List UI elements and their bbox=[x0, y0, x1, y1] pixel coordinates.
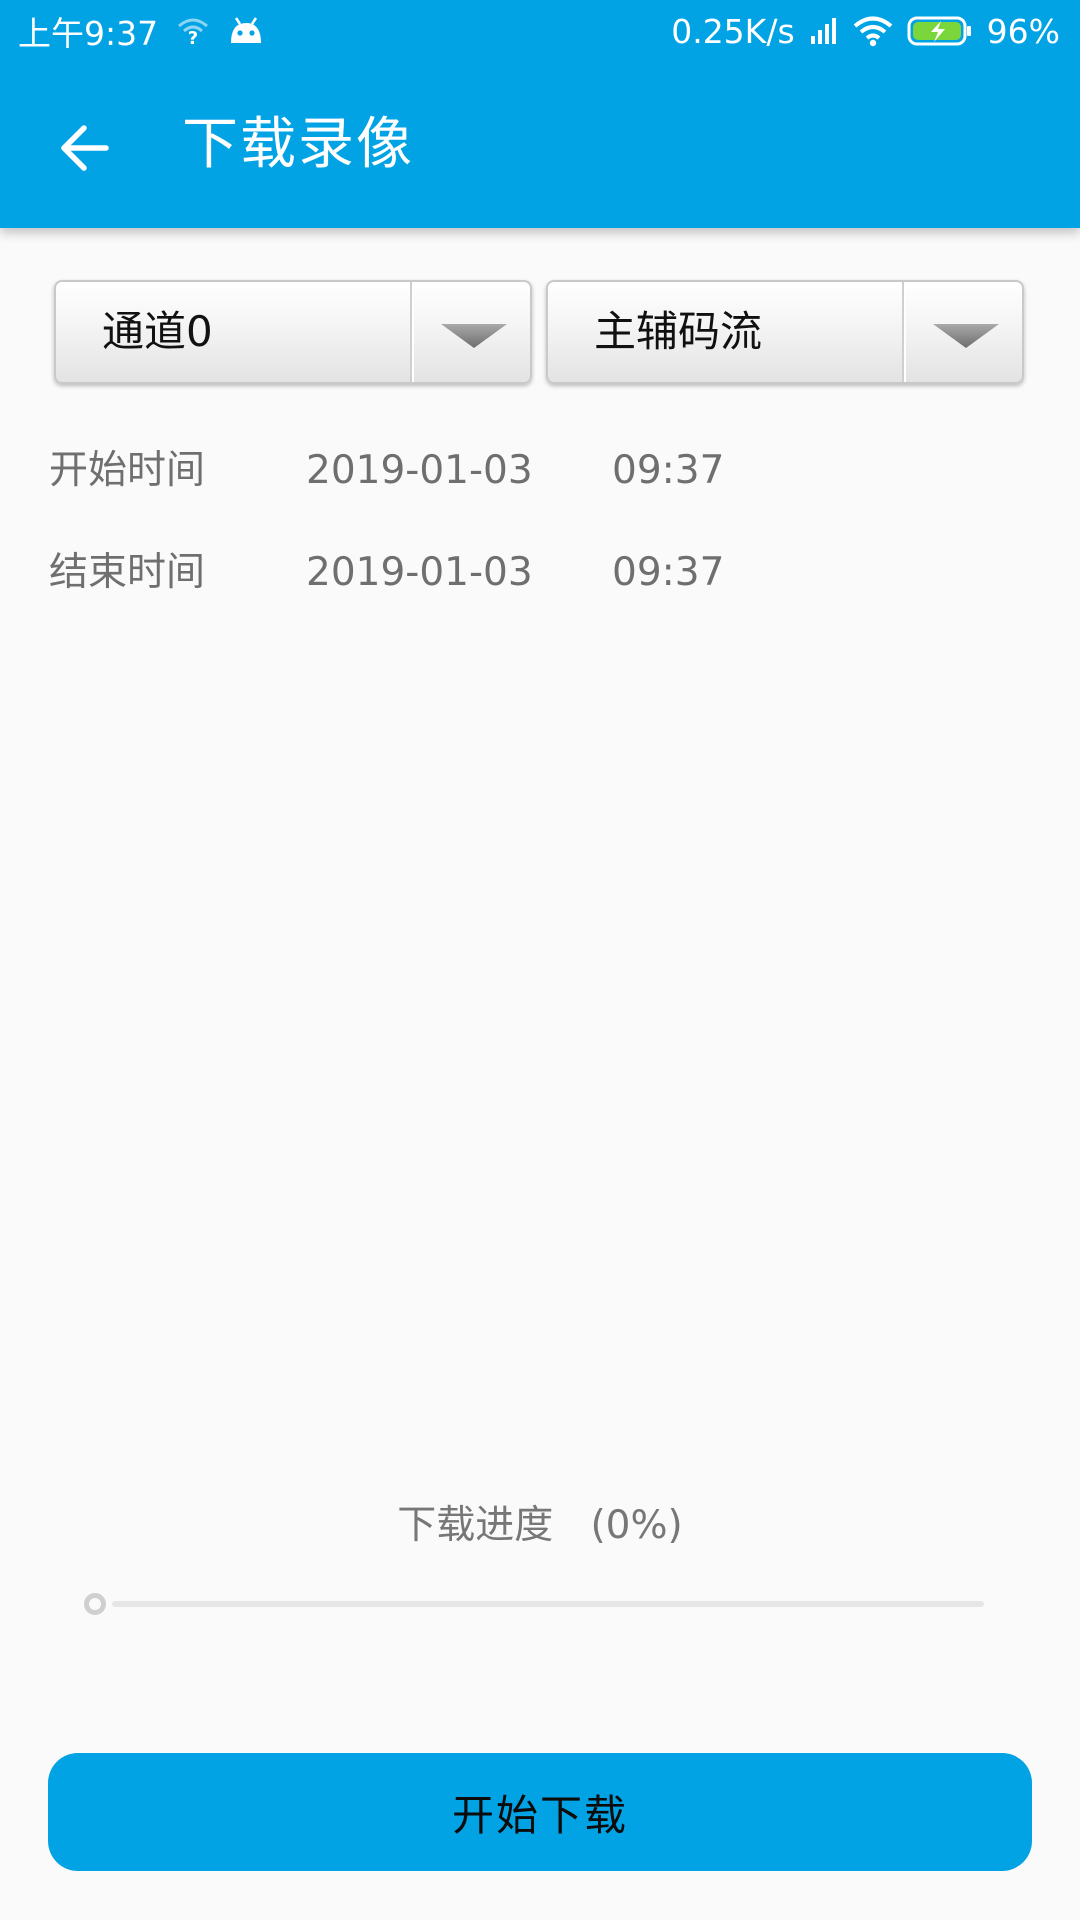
wifi-question-icon: ? bbox=[176, 14, 210, 48]
back-button[interactable] bbox=[48, 112, 120, 184]
arrow-left-icon bbox=[61, 125, 109, 171]
channel-value: 通道0 bbox=[102, 307, 213, 356]
app-bar: 下载录像 bbox=[0, 62, 1080, 228]
start-date[interactable]: 2019-01-03 bbox=[306, 441, 533, 501]
top-bar: 上午9:37 ? 0.25K/s 96% 下载录像 bbox=[0, 0, 1080, 228]
spinner-divider bbox=[902, 282, 906, 382]
page-title: 下载录像 bbox=[182, 112, 414, 177]
end-date[interactable]: 2019-01-03 bbox=[306, 543, 533, 603]
stream-spinner[interactable]: 主辅码流 bbox=[546, 280, 1024, 384]
signal-icon bbox=[809, 16, 839, 46]
spinner-divider bbox=[410, 282, 414, 382]
status-time: 上午9:37 bbox=[18, 14, 159, 53]
battery-charging-icon bbox=[907, 15, 973, 47]
start-time-row: 开始时间 2019-01-03 09:37 bbox=[0, 441, 1080, 501]
triangle-down-icon bbox=[441, 324, 507, 348]
download-progress-bar[interactable] bbox=[112, 1601, 984, 1607]
stream-value: 主辅码流 bbox=[594, 307, 763, 356]
battery-level: 96% bbox=[986, 11, 1060, 51]
download-progress-label: 下载进度 (0%) bbox=[397, 1503, 683, 1548]
triangle-down-icon bbox=[933, 324, 999, 348]
end-time-row: 结束时间 2019-01-03 09:37 bbox=[0, 543, 1080, 603]
channel-spinner[interactable]: 通道0 bbox=[54, 280, 532, 384]
status-bar: 上午9:37 ? 0.25K/s 96% bbox=[0, 0, 1080, 62]
end-time-label: 结束时间 bbox=[49, 550, 206, 595]
android-icon bbox=[228, 15, 264, 47]
status-right: 0.25K/s 96% bbox=[657, 10, 1060, 52]
end-time[interactable]: 09:37 bbox=[612, 543, 724, 603]
start-time[interactable]: 09:37 bbox=[612, 441, 724, 501]
svg-text:?: ? bbox=[188, 28, 198, 48]
status-left: 上午9:37 ? bbox=[18, 10, 282, 53]
start-download-button[interactable]: 开始下载 bbox=[48, 1753, 1032, 1871]
net-speed: 0.25K/s bbox=[671, 11, 795, 51]
wifi-icon bbox=[853, 15, 893, 47]
start-time-label: 开始时间 bbox=[49, 448, 206, 493]
download-progress-thumb[interactable] bbox=[84, 1593, 106, 1615]
